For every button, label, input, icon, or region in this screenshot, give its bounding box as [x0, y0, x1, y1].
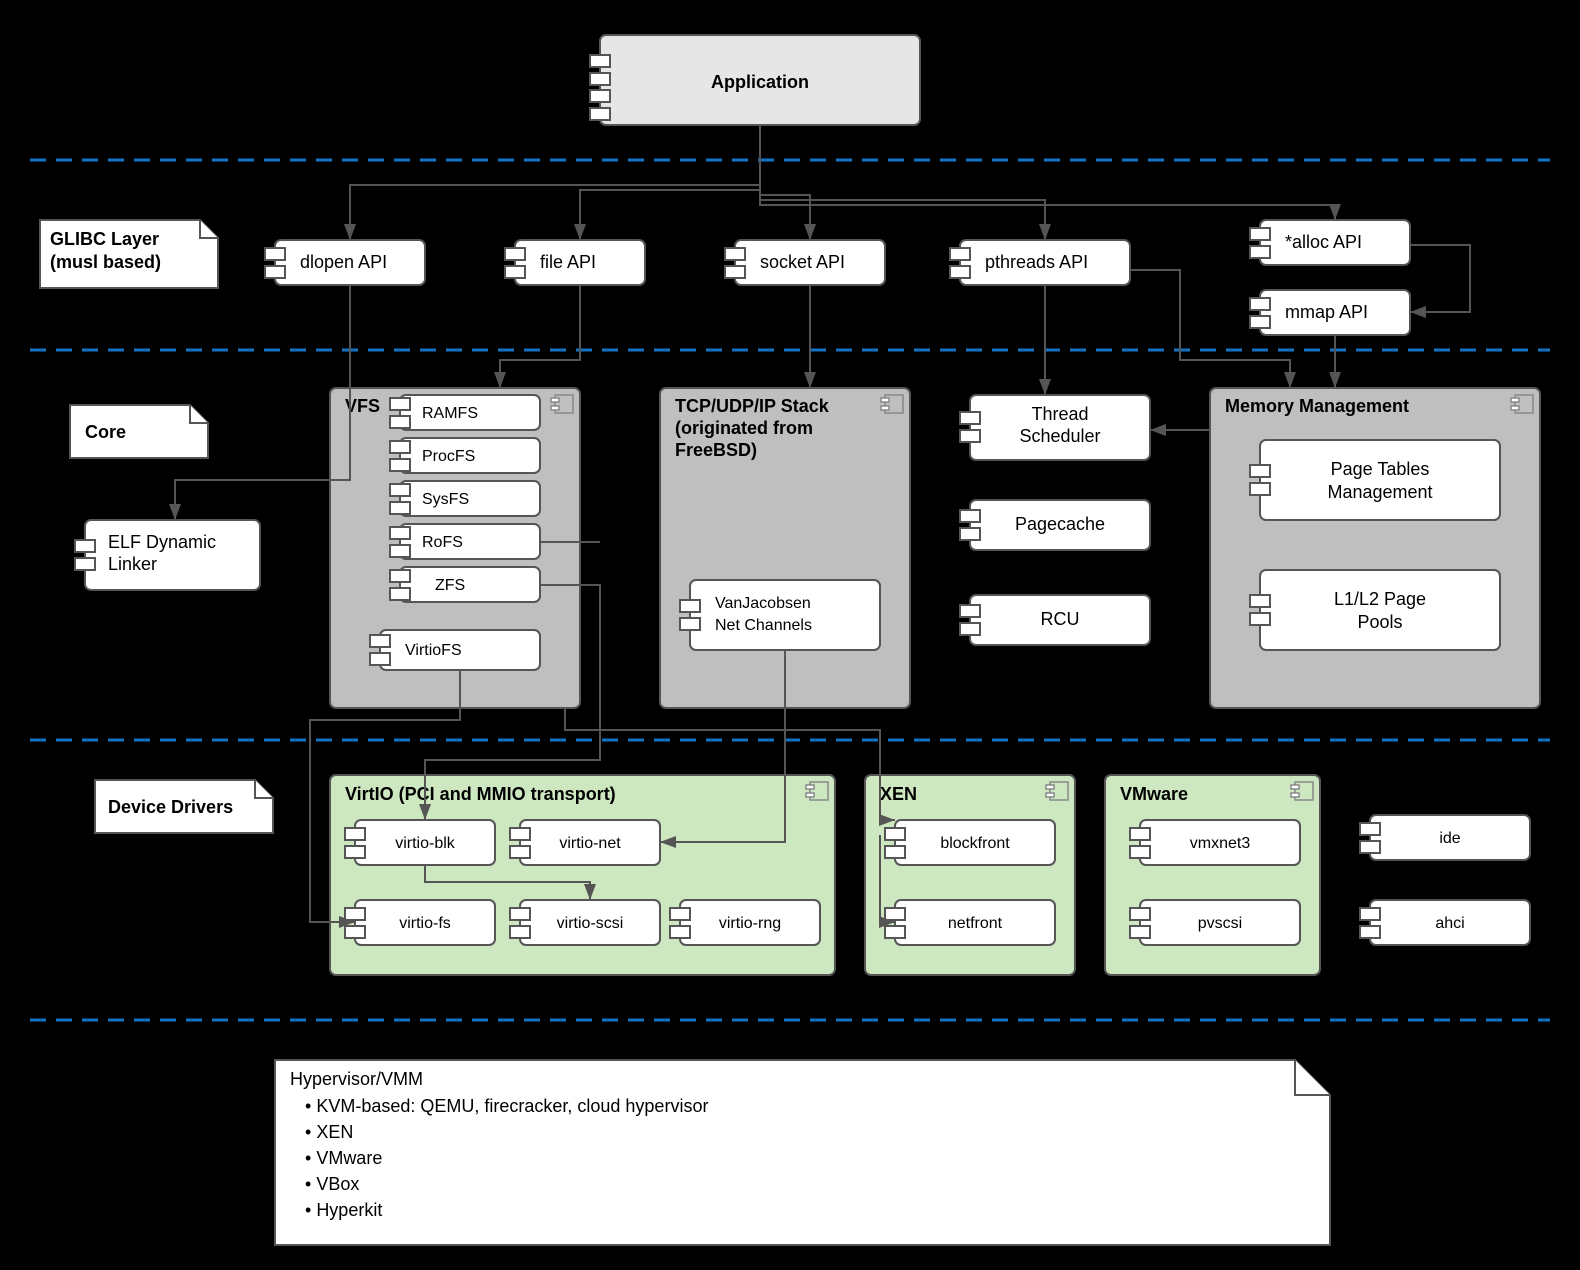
svg-text:FreeBSD): FreeBSD) — [675, 440, 757, 460]
svg-text:vmxnet3: vmxnet3 — [1190, 835, 1251, 852]
svg-text:Management: Management — [1327, 482, 1432, 502]
svg-text:Application: Application — [711, 72, 809, 92]
svg-text:Pools: Pools — [1357, 612, 1402, 632]
vfs-container: VFS RAMFS ProcFS SysFS RoFS ZFS VirtioFS — [330, 388, 580, 708]
svg-text:XEN: XEN — [880, 784, 917, 804]
svg-text:RoFS: RoFS — [422, 534, 463, 551]
svg-text:L1/L2 Page: L1/L2 Page — [1334, 589, 1426, 609]
core-note: Core — [70, 405, 208, 458]
rcu: RCU — [960, 595, 1150, 645]
svg-text:• Hyperkit: • Hyperkit — [305, 1200, 382, 1220]
svg-text:mmap API: mmap API — [1285, 302, 1368, 322]
svg-text:(musl based): (musl based) — [50, 252, 161, 272]
glibc-layer-note: GLIBC Layer (musl based) — [40, 220, 218, 288]
svg-text:virtio-rng: virtio-rng — [719, 915, 781, 932]
ahci-box: ahci — [1360, 900, 1530, 945]
pthreads-api: pthreads API — [950, 240, 1130, 285]
socket-api: socket API — [725, 240, 885, 285]
svg-text:Memory Management: Memory Management — [1225, 396, 1409, 416]
pagecache: Pagecache — [960, 500, 1150, 550]
svg-text:pvscsi: pvscsi — [1198, 915, 1242, 932]
xen-group: XEN blockfront netfront — [865, 775, 1075, 975]
svg-text:TCP/UDP/IP Stack: TCP/UDP/IP Stack — [675, 396, 830, 416]
svg-text:virtio-blk: virtio-blk — [395, 835, 456, 852]
svg-text:• KVM-based: QEMU, firecracker: • KVM-based: QEMU, firecracker, cloud hy… — [305, 1096, 708, 1116]
svg-text:Pagecache: Pagecache — [1015, 514, 1105, 534]
svg-text:virtio-fs: virtio-fs — [399, 915, 451, 932]
svg-text:netfront: netfront — [948, 915, 1003, 932]
svg-text:Net Channels: Net Channels — [715, 617, 812, 634]
svg-text:ide: ide — [1439, 830, 1460, 847]
file-api: file API — [505, 240, 645, 285]
svg-text:ahci: ahci — [1435, 915, 1464, 932]
alloc-api: *alloc API — [1250, 220, 1410, 265]
svg-text:Device Drivers: Device Drivers — [108, 797, 233, 817]
device-drivers-note: Device Drivers — [95, 780, 273, 833]
svg-text:VanJacobsen: VanJacobsen — [715, 595, 811, 612]
svg-text:Core: Core — [85, 422, 126, 442]
svg-text:VirtioFS: VirtioFS — [405, 642, 462, 659]
svg-text:GLIBC Layer: GLIBC Layer — [50, 229, 159, 249]
svg-text:SysFS: SysFS — [422, 491, 469, 508]
hypervisor-note: Hypervisor/VMM • KVM-based: QEMU, firecr… — [275, 1060, 1330, 1245]
thread-scheduler: Thread Scheduler — [960, 395, 1150, 460]
svg-text:Page Tables: Page Tables — [1331, 459, 1430, 479]
svg-text:• VMware: • VMware — [305, 1148, 382, 1168]
svg-text:Scheduler: Scheduler — [1019, 426, 1100, 446]
vmware-group: VMware vmxnet3 pvscsi — [1105, 775, 1320, 975]
svg-text:• VBox: • VBox — [305, 1174, 359, 1194]
svg-text:blockfront: blockfront — [940, 835, 1010, 852]
svg-text:file API: file API — [540, 252, 596, 272]
svg-text:(originated from: (originated from — [675, 418, 813, 438]
svg-text:Thread: Thread — [1031, 404, 1088, 424]
mmap-api: mmap API — [1250, 290, 1410, 335]
svg-text:ELF Dynamic: ELF Dynamic — [108, 532, 216, 552]
ide-box: ide — [1360, 815, 1530, 860]
svg-text:pthreads API: pthreads API — [985, 252, 1088, 272]
dlopen-api: dlopen API — [265, 240, 425, 285]
svg-text:• XEN: • XEN — [305, 1122, 353, 1142]
svg-text:RAMFS: RAMFS — [422, 405, 478, 422]
svg-text:ZFS: ZFS — [435, 577, 465, 594]
application-box: Application — [590, 35, 920, 125]
svg-text:VMware: VMware — [1120, 784, 1188, 804]
svg-text:RCU: RCU — [1041, 609, 1080, 629]
svg-text:virtio-scsi: virtio-scsi — [557, 915, 624, 932]
svg-text:socket API: socket API — [760, 252, 845, 272]
svg-text:VirtIO (PCI and MMIO transport: VirtIO (PCI and MMIO transport) — [345, 784, 616, 804]
svg-text:*alloc API: *alloc API — [1285, 232, 1362, 252]
virtio-group: VirtIO (PCI and MMIO transport) virtio-b… — [330, 775, 835, 975]
svg-text:dlopen API: dlopen API — [300, 252, 387, 272]
svg-text:ProcFS: ProcFS — [422, 448, 475, 465]
svg-text:Hypervisor/VMM: Hypervisor/VMM — [290, 1069, 423, 1089]
svg-text:virtio-net: virtio-net — [559, 835, 621, 852]
elf-linker: ELF Dynamic Linker — [75, 520, 260, 590]
memory-management: Memory Management Page Tables Management… — [1210, 388, 1540, 708]
svg-text:Linker: Linker — [108, 554, 157, 574]
